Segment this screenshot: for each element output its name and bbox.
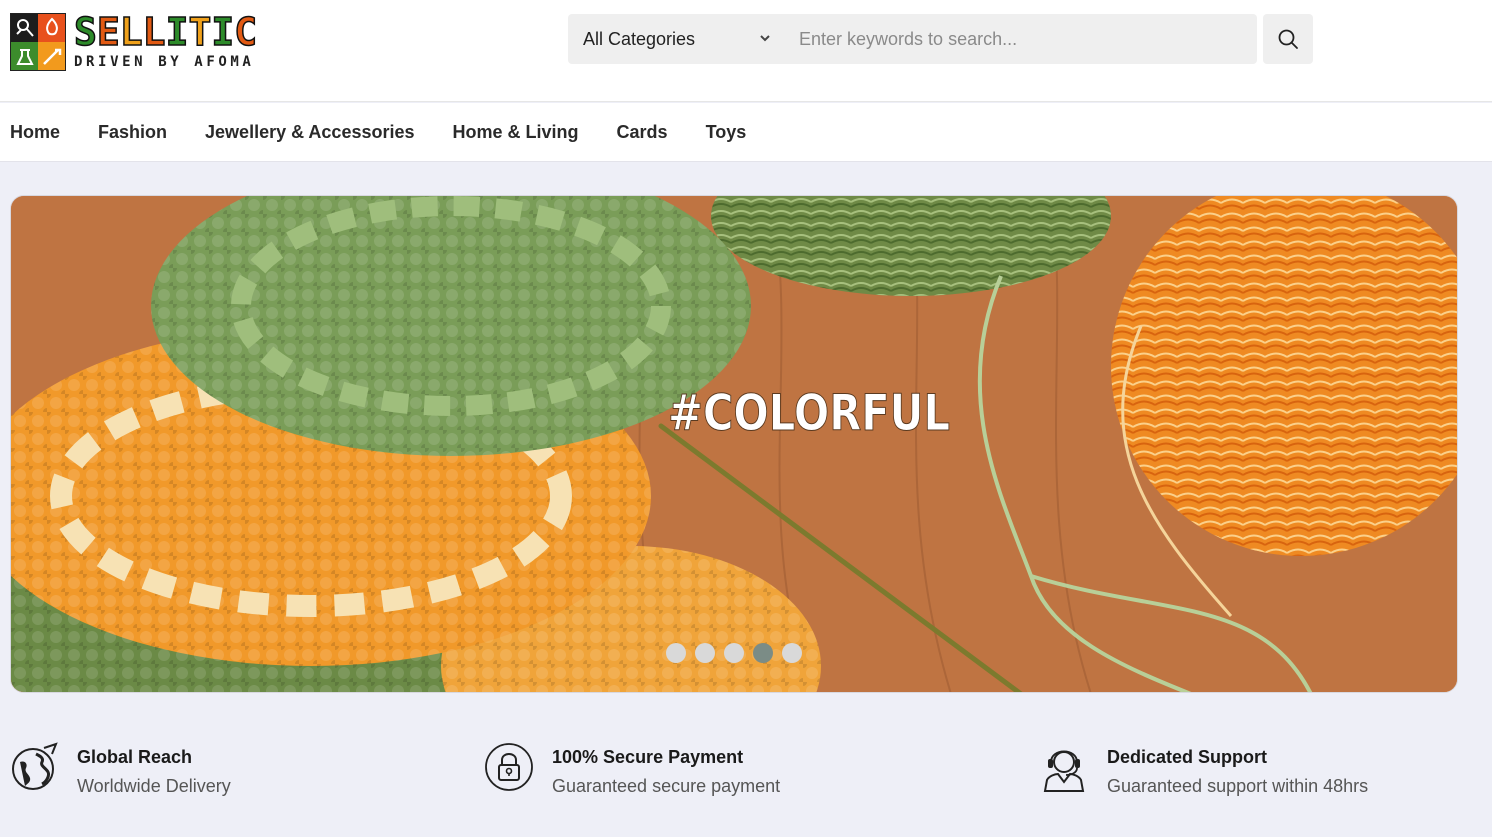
svg-text:#COLORFUL: #COLORFUL [668, 384, 950, 442]
headset-icon [1043, 750, 1085, 792]
main-nav: Home Fashion Jewellery & Accessories Hom… [0, 103, 1492, 162]
brand-logo[interactable]: SELLITIC DRIVEN BY AFOMA [10, 10, 265, 73]
site-header: SELLITIC DRIVEN BY AFOMA All Categories [0, 0, 1492, 102]
feature-global-reach: Global Reach Worldwide Delivery [10, 742, 231, 797]
carousel-dot[interactable] [695, 643, 715, 663]
search-icon [1278, 29, 1298, 49]
feature-subtitle: Guaranteed support within 48hrs [1107, 776, 1369, 796]
search-button[interactable] [1263, 14, 1313, 64]
carousel-dot[interactable] [724, 643, 744, 663]
brand-name: SELLITIC [73, 10, 258, 54]
nav-item-home-living[interactable]: Home & Living [453, 122, 579, 143]
banner-image [11, 196, 1457, 692]
brand-tagline: DRIVEN BY AFOMA [74, 54, 255, 70]
feature-title: Global Reach [77, 747, 193, 767]
search-input[interactable] [784, 14, 1257, 64]
nav-item-home[interactable]: Home [10, 122, 60, 143]
chevron-down-icon [760, 35, 770, 42]
nav-item-jewellery[interactable]: Jewellery & Accessories [205, 122, 414, 143]
banner-hashtag: #COLORFUL [668, 384, 951, 443]
search-bar: All Categories [568, 14, 1257, 64]
hero-banner[interactable] [10, 195, 1458, 693]
carousel-dots [666, 643, 802, 663]
nav-item-fashion[interactable]: Fashion [98, 122, 167, 143]
feature-subtitle: Worldwide Delivery [77, 776, 231, 796]
logo-mark-icon [10, 13, 66, 71]
category-select-value: All Categories [583, 28, 696, 49]
features-strip: Global Reach Worldwide Delivery 100% Sec… [0, 730, 1492, 830]
feature-subtitle: Guaranteed secure payment [552, 776, 781, 796]
feature-title: 100% Secure Payment [552, 747, 744, 767]
nav-item-toys[interactable]: Toys [706, 122, 747, 143]
lock-icon [485, 743, 533, 791]
carousel-dot[interactable] [782, 643, 802, 663]
nav-item-cards[interactable]: Cards [617, 122, 668, 143]
carousel-dot-active[interactable] [753, 643, 773, 663]
globe-icon [12, 742, 58, 790]
carousel-dot[interactable] [666, 643, 686, 663]
feature-dedicated-support: Dedicated Support Guaranteed support wit… [1040, 742, 1368, 797]
feature-secure-payment: 100% Secure Payment Guaranteed secure pa… [485, 742, 780, 797]
category-select[interactable]: All Categories [568, 14, 784, 64]
feature-title: Dedicated Support [1107, 747, 1268, 767]
